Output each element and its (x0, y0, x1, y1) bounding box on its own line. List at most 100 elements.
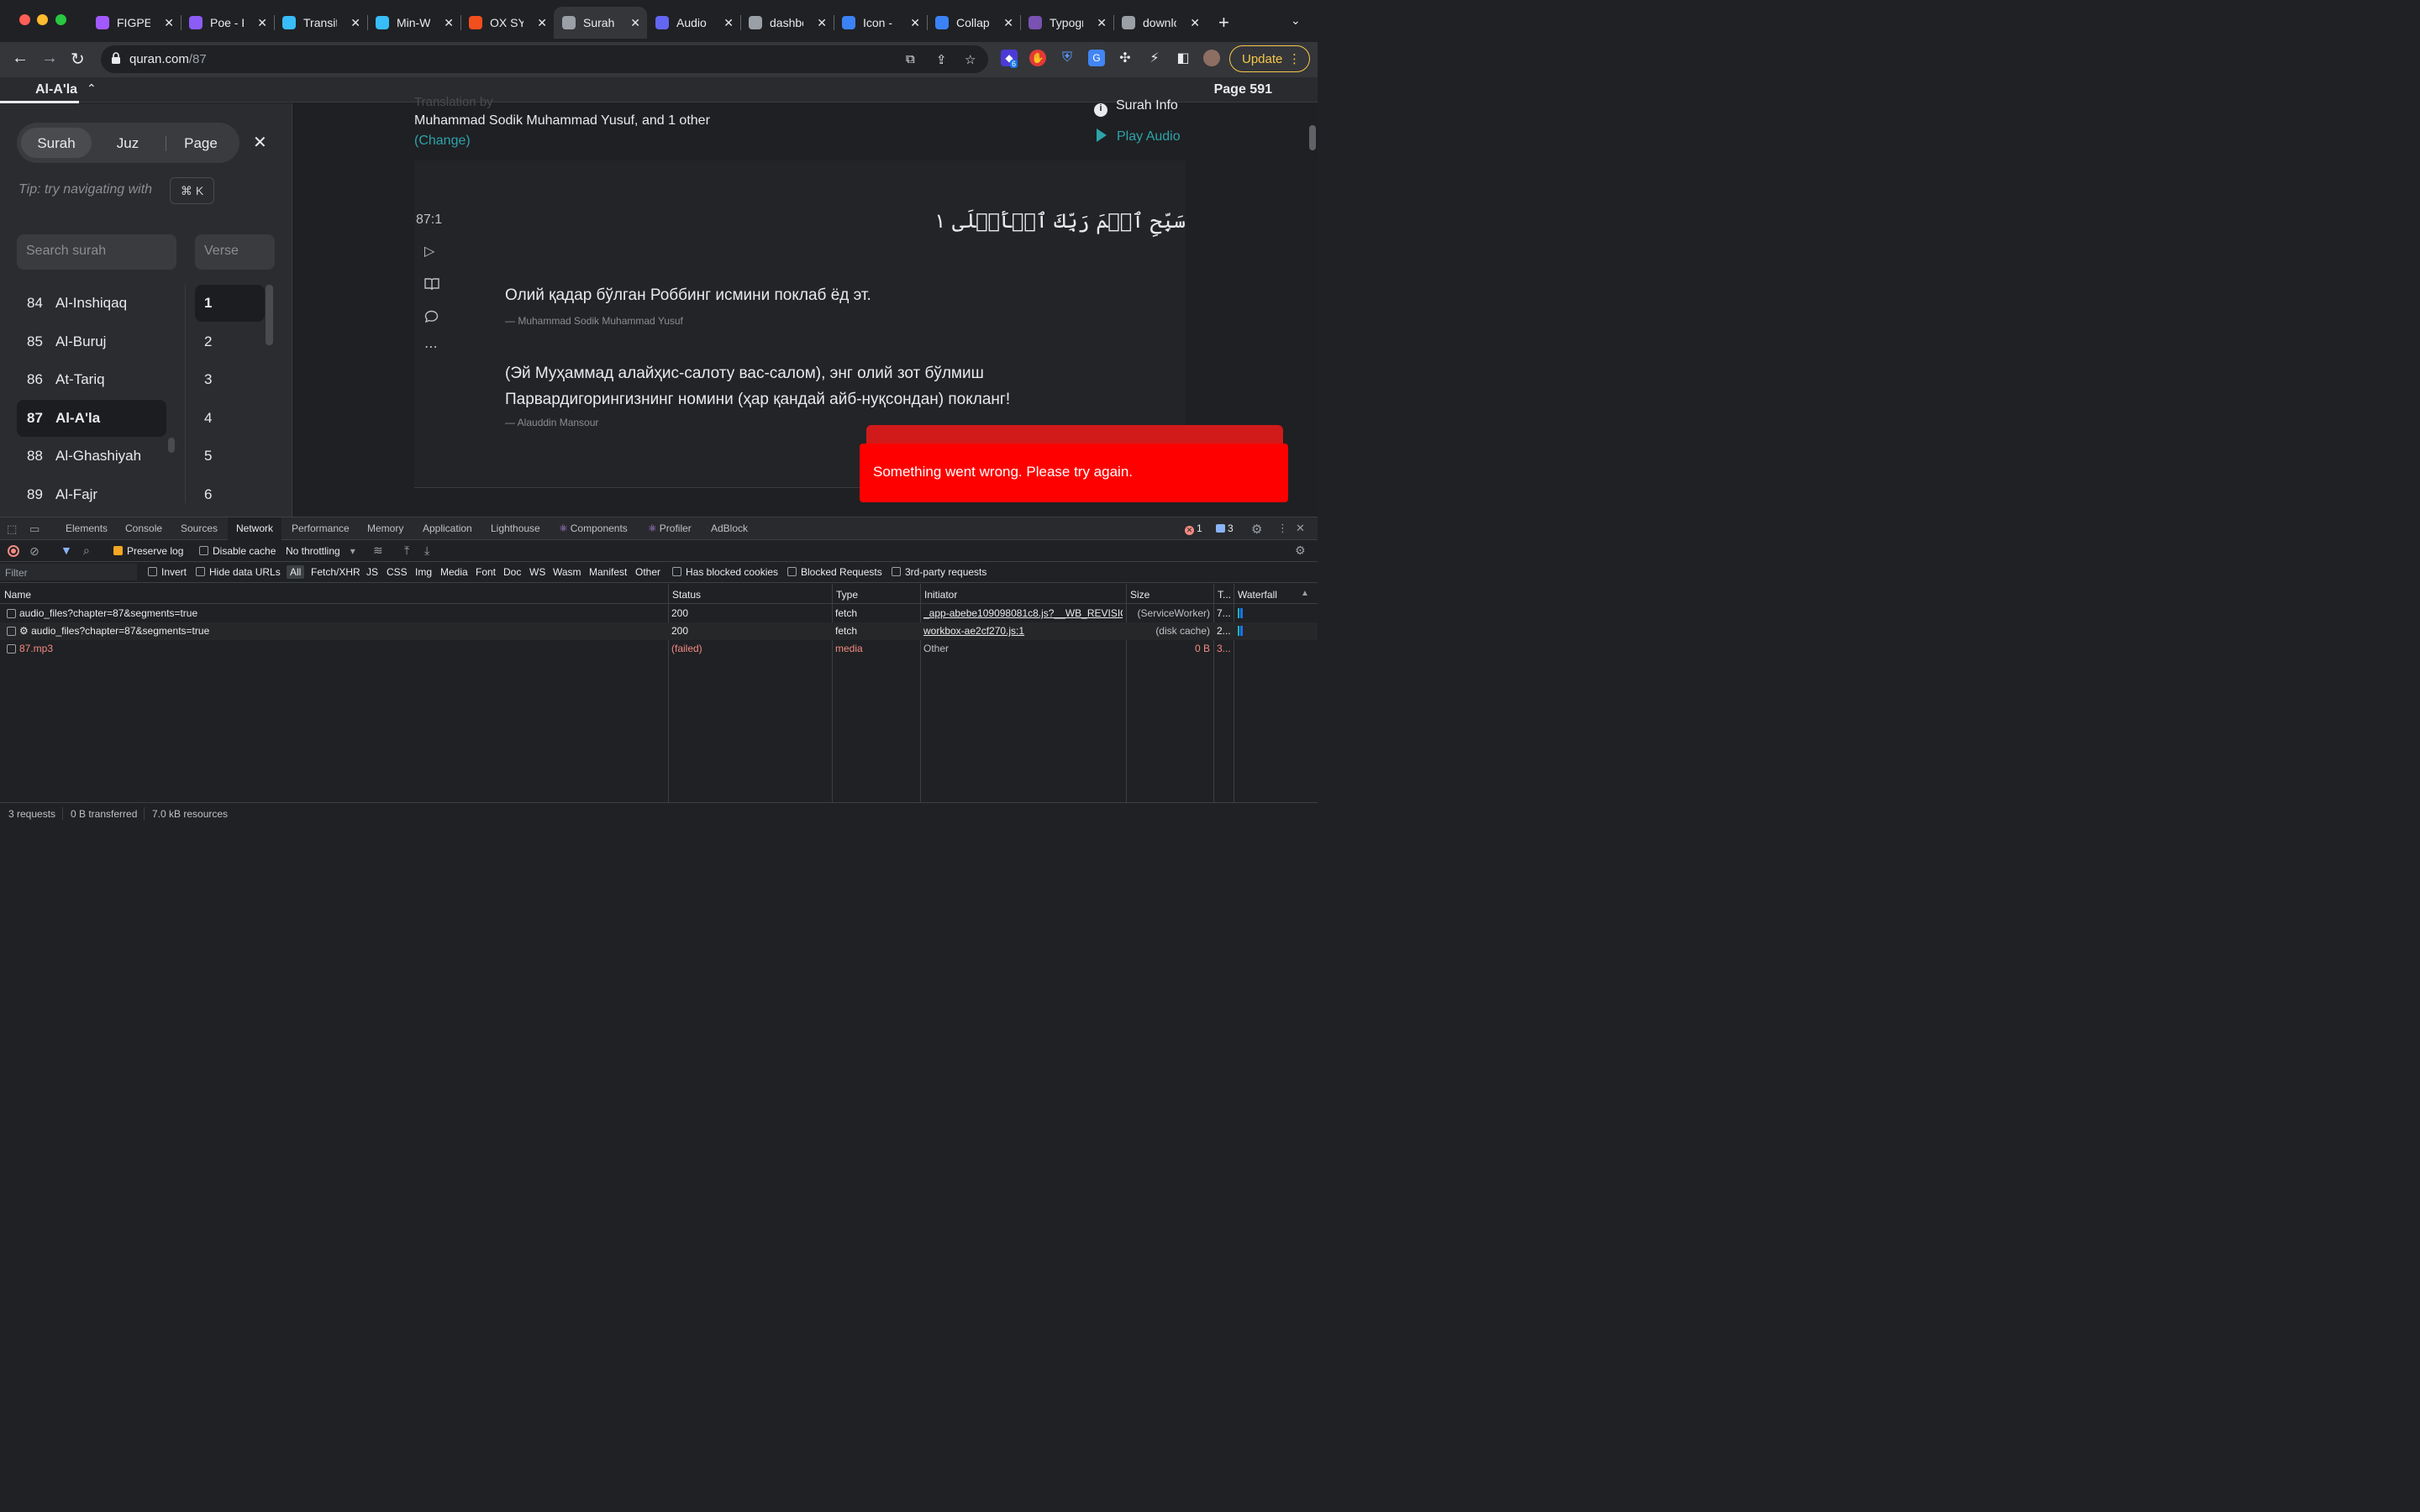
tab-juz[interactable]: Juz (97, 128, 159, 158)
close-tab-icon[interactable]: ✕ (257, 16, 267, 30)
type-filter-doc[interactable]: Doc (503, 566, 521, 578)
close-tab-icon[interactable]: ✕ (537, 16, 547, 30)
type-filter-fetchxhr[interactable]: Fetch/XHR (311, 566, 360, 578)
surah-info-button[interactable]: i Surah Info (1094, 98, 1178, 117)
more-options-icon[interactable]: ⋯ (424, 339, 438, 355)
tab-surah[interactable]: Surah (21, 128, 92, 158)
column-header[interactable]: Name (0, 584, 668, 604)
close-icon[interactable]: ✕ (1296, 522, 1305, 535)
current-surah-name[interactable]: Al-A'la (35, 82, 77, 97)
shield-extension-icon[interactable]: ⛨ (1059, 50, 1076, 66)
throttling-select[interactable]: No throttling ▾ (286, 545, 355, 557)
surah-list-item[interactable]: 85 Al-Buruj (17, 323, 166, 360)
close-tab-icon[interactable]: ✕ (910, 16, 920, 30)
bookmark-star-icon[interactable]: ☆ (965, 52, 976, 67)
verse-input[interactable]: Verse (195, 234, 275, 270)
browser-tab[interactable]: Collapse ✕ (927, 7, 1020, 39)
devtools-tab-application[interactable]: Application (423, 517, 472, 540)
error-count-badge[interactable]: ✕ 1 (1185, 522, 1202, 535)
more-vertical-icon[interactable]: ⋮ (1277, 522, 1288, 535)
disable-cache-checkbox[interactable]: Disable cache (199, 545, 276, 557)
type-filter-other[interactable]: Other (635, 566, 660, 578)
type-filter-wasm[interactable]: Wasm (553, 566, 581, 578)
filter-icon[interactable]: ▼ (60, 543, 72, 557)
inspect-element-icon[interactable]: ⬚ (7, 522, 17, 536)
sort-up-icon[interactable]: ▲ (1301, 589, 1309, 598)
table-row[interactable]: 87.mp3 (failed) media Other 0 B 3... (0, 640, 1318, 658)
network-settings-gear-icon[interactable]: ⚙ (1295, 543, 1306, 558)
page-scrollbar[interactable] (1309, 125, 1316, 150)
cell-name[interactable]: 87.mp3 (19, 643, 658, 654)
browser-tab[interactable]: Audio ✕ (647, 7, 740, 39)
browser-tab[interactable]: Icon - ✕ (834, 7, 927, 39)
column-header[interactable]: Type (832, 584, 920, 604)
column-header[interactable]: Status (668, 584, 832, 604)
close-tab-icon[interactable]: ✕ (1190, 16, 1200, 30)
book-tafsir-icon[interactable] (424, 277, 439, 291)
verse-list-item[interactable]: 1 (195, 285, 265, 322)
devtools-tab-profiler[interactable]: ⚛ Profiler (648, 517, 692, 540)
type-filter-manifest[interactable]: Manifest (589, 566, 627, 578)
error-toast[interactable]: Something went wrong. Please try again. (860, 444, 1288, 502)
close-icon[interactable]: ✕ (253, 132, 267, 153)
share-icon[interactable]: ⇪ (936, 52, 947, 67)
device-toolbar-icon[interactable]: ▭ (29, 522, 39, 536)
filter-input[interactable]: Filter (0, 564, 137, 580)
close-window-button[interactable] (19, 14, 30, 25)
type-filter-img[interactable]: Img (415, 566, 432, 578)
devtools-tab-memory[interactable]: Memory (367, 517, 403, 540)
row-checkbox[interactable] (7, 627, 16, 636)
devtools-tab-network[interactable]: Network (228, 517, 282, 540)
verse-list-item[interactable]: 5 (195, 438, 265, 475)
type-filter-css[interactable]: CSS (387, 566, 408, 578)
verse-list-item[interactable]: 2 (195, 323, 265, 360)
close-tab-icon[interactable]: ✕ (350, 16, 360, 30)
table-row[interactable]: ⚙ audio_files?chapter=87&segments=true 20… (0, 622, 1318, 640)
browser-tab[interactable]: Min-Width ✕ (367, 7, 460, 39)
surah-list-item[interactable]: 86 At-Tariq (17, 361, 166, 398)
type-filter-js[interactable]: JS (366, 566, 378, 578)
cell-initiator[interactable]: _app-abebe109098081c8.js?__WB_REVISION__ (923, 607, 1123, 619)
search-icon[interactable]: ⌕ (83, 543, 90, 558)
new-tab-button[interactable]: + (1218, 12, 1229, 34)
devtools-tab-sources[interactable]: Sources (181, 517, 218, 540)
browser-tab[interactable]: OX SYSTEM ✕ (460, 7, 554, 39)
surah-list-item[interactable]: 88 Al-Ghashiyah (17, 438, 166, 475)
devtools-tab-console[interactable]: Console (125, 517, 162, 540)
close-tab-icon[interactable]: ✕ (164, 16, 174, 30)
back-arrow-icon[interactable]: ← (12, 49, 29, 68)
browser-tab[interactable]: Typography ✕ (1020, 7, 1113, 39)
tab-page[interactable]: Page (170, 128, 232, 158)
chevron-up-icon[interactable]: ⌃ (87, 81, 97, 96)
play-audio-button[interactable]: Play Audio (1097, 129, 1181, 144)
devtools-tab-components[interactable]: ⚛ Components (559, 517, 628, 540)
column-header[interactable]: Size (1126, 584, 1213, 604)
cell-name[interactable]: ⚙ audio_files?chapter=87&segments=true (19, 625, 658, 637)
has-blocked-cookies-checkbox[interactable]: Has blocked cookies (672, 566, 778, 578)
verse-list-item[interactable]: 4 (195, 400, 265, 437)
close-tab-icon[interactable]: ✕ (723, 16, 734, 30)
cell-initiator[interactable]: Other (923, 643, 1123, 654)
verse-list-item[interactable]: 6 (195, 476, 265, 504)
verse-list-scrollbar[interactable] (266, 285, 273, 345)
clear-icon[interactable]: ⊘ (29, 544, 39, 559)
hide-data-urls-checkbox[interactable]: Hide data URLs (196, 566, 281, 578)
play-verse-icon[interactable]: ▷ (424, 243, 434, 260)
table-row[interactable]: audio_files?chapter=87&segments=true 200 f… (0, 605, 1318, 622)
surah-list-item[interactable]: 89 Al-Fajr (17, 476, 166, 504)
record-icon[interactable] (8, 545, 19, 557)
browser-tab[interactable]: FIGPEAK ✕ (87, 7, 181, 39)
devtools-tab-elements[interactable]: Elements (66, 517, 108, 540)
import-har-icon[interactable]: ⤒ (404, 543, 409, 558)
preserve-log-checkbox[interactable]: Preserve log (113, 545, 183, 557)
invert-checkbox[interactable]: Invert (148, 566, 187, 578)
close-tab-icon[interactable]: ✕ (1003, 16, 1013, 30)
browser-tab[interactable]: Poe - Fast AI Chat ✕ (181, 7, 274, 39)
third-party-checkbox[interactable]: 3rd-party requests (892, 566, 986, 578)
row-checkbox[interactable] (7, 609, 16, 618)
comment-icon[interactable] (424, 310, 439, 323)
adblock-extension-icon[interactable]: ✋ (1029, 50, 1046, 66)
update-button[interactable]: Update ⋮ (1229, 45, 1310, 72)
type-filter-all[interactable]: All (287, 565, 305, 579)
performance-icon[interactable]: ⚡ (1146, 50, 1163, 66)
